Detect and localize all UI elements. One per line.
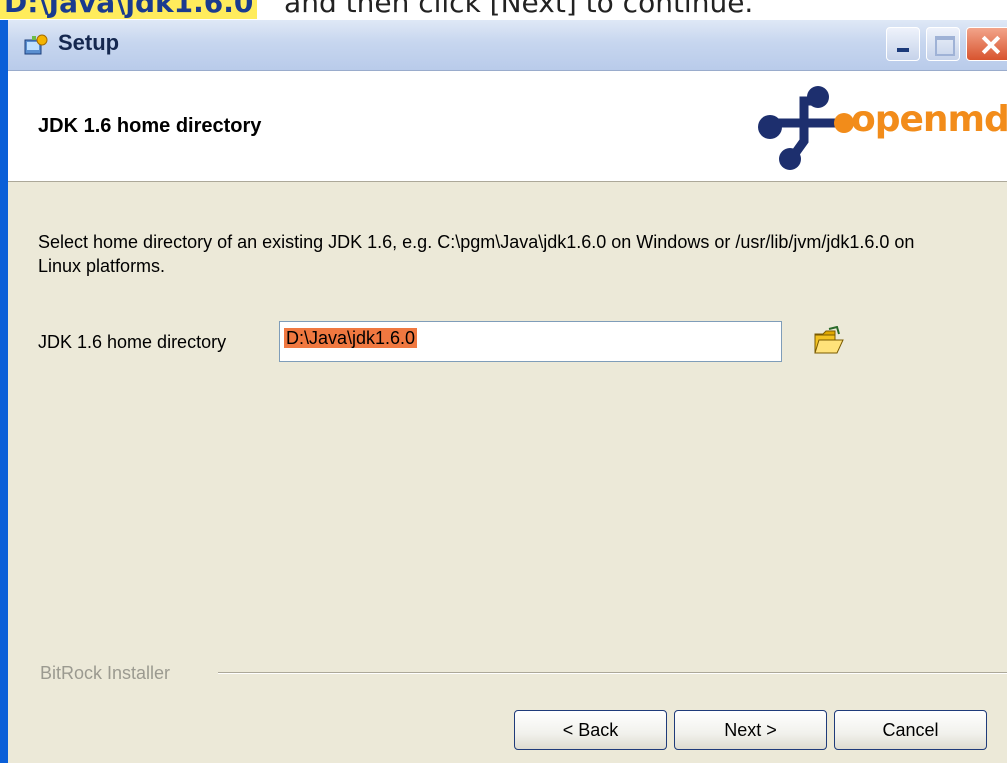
maximize-button[interactable]	[926, 27, 960, 61]
next-button[interactable]: Next >	[674, 710, 827, 750]
instruction-rest: and then click [Next] to continue.	[284, 0, 754, 19]
description-text: Select home directory of an existing JDK…	[38, 232, 915, 276]
installer-brand: BitRock Installer	[40, 663, 171, 683]
window-title: Setup	[58, 30, 120, 55]
setup-window: Setup JDK 1.6 home directory openmdx Sel…	[0, 20, 1007, 763]
jdk-home-label: JDK 1.6 home directory	[38, 332, 227, 352]
minimize-button[interactable]	[886, 27, 920, 61]
cancel-button[interactable]: Cancel	[834, 710, 987, 750]
instruction-highlight: D:\Java\jdk1.6.0	[0, 0, 258, 19]
setup-installer-icon	[24, 34, 48, 55]
logo-text: openmdx	[851, 99, 1007, 140]
wizard-header: JDK 1.6 home directory openmdx	[8, 71, 1007, 182]
footer-divider	[218, 672, 1007, 674]
openmdx-logo: openmdx	[756, 81, 1007, 171]
folder-open-icon[interactable]	[813, 326, 845, 356]
back-button[interactable]: < Back	[514, 710, 667, 750]
openmdx-logo-mark	[758, 86, 854, 170]
page-title: JDK 1.6 home directory	[38, 115, 262, 137]
jdk-home-input[interactable]: D:\Java\jdk1.6.0	[279, 321, 782, 362]
close-button[interactable]	[966, 27, 1007, 61]
title-bar[interactable]: Setup	[8, 20, 1007, 71]
instruction-text: D:\Java\jdk1.6.0 and then click [Next] t…	[0, 0, 753, 20]
jdk-home-value: D:\Java\jdk1.6.0	[284, 328, 418, 348]
